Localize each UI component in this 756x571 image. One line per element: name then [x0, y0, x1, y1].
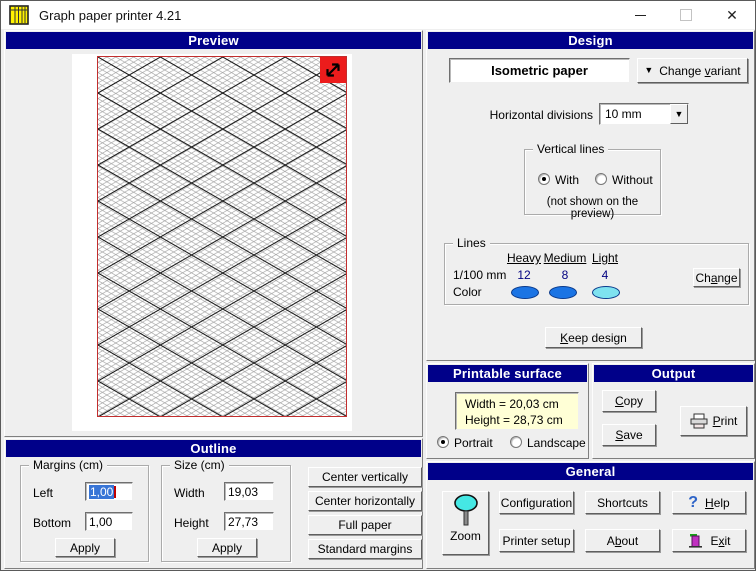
- help-button[interactable]: ? Help: [672, 491, 746, 514]
- vertical-lines-with-radio[interactable]: [538, 173, 550, 185]
- vertical-lines-note: (not shown on the preview): [546, 196, 639, 220]
- chevron-down-icon: ▼: [674, 108, 684, 119]
- maximize-button[interactable]: [663, 1, 709, 29]
- text-caret: [114, 485, 117, 498]
- zoom-button[interactable]: Zoom: [442, 491, 489, 555]
- preview-header: Preview: [6, 32, 421, 49]
- save-button[interactable]: Save: [602, 424, 656, 446]
- light-color-swatch[interactable]: [592, 286, 620, 299]
- general-panel: General Zoom Configuration Shortcuts ? H…: [426, 461, 755, 569]
- lines-color-label: Color: [453, 285, 482, 299]
- paper-preview: [72, 54, 352, 431]
- portrait-label: Portrait: [454, 436, 493, 450]
- printer-icon: [690, 413, 708, 429]
- design-panel: Design Isometric paper ▼ Change variant …: [426, 30, 755, 361]
- shortcuts-button[interactable]: Shortcuts: [585, 491, 660, 514]
- vertical-lines-group: Vertical lines With Without (not shown o…: [524, 142, 661, 220]
- printable-width-text: Width = 20,03 cm: [465, 397, 559, 411]
- print-button[interactable]: Print: [680, 406, 747, 436]
- medium-thickness-value: 8: [561, 268, 569, 282]
- size-legend: Size (cm): [170, 458, 229, 472]
- lines-group: Lines Heavy Medium Light 1/100 mm 12 8 4…: [444, 236, 749, 305]
- horizontal-divisions-label: Horizontal divisions: [489, 108, 593, 122]
- minimize-button[interactable]: [617, 1, 663, 29]
- maximize-icon: [680, 9, 692, 21]
- landscape-label: Landscape: [527, 436, 586, 450]
- standard-margins-button[interactable]: Standard margins: [308, 539, 422, 559]
- printable-area-outline: [97, 56, 347, 417]
- printer-setup-button[interactable]: Printer setup: [499, 529, 574, 552]
- size-apply-button[interactable]: Apply: [197, 538, 257, 557]
- app-icon: [9, 5, 29, 25]
- printable-surface-header: Printable surface: [428, 365, 587, 382]
- printable-dimensions-box: Width = 20,03 cm Height = 28,73 cm: [455, 392, 579, 430]
- output-header: Output: [594, 365, 753, 382]
- width-label: Width: [174, 486, 205, 500]
- lines-col-light: Light: [591, 251, 619, 265]
- close-button[interactable]: ✕: [709, 1, 755, 29]
- outline-header: Outline: [6, 440, 421, 457]
- app-window: Graph paper printer 4.21 ✕ Preview Desig…: [0, 0, 756, 571]
- vertical-lines-without-label: Without: [612, 173, 653, 187]
- height-label: Height: [174, 516, 209, 530]
- printable-height-text: Height = 28,73 cm: [465, 413, 563, 427]
- lines-thickness-label: 1/100 mm: [453, 268, 507, 282]
- printable-surface-panel: Printable surface Width = 20,03 cm Heigh…: [426, 363, 589, 459]
- margins-legend: Margins (cm): [29, 458, 108, 472]
- preview-zoom-button[interactable]: [320, 57, 346, 83]
- vertical-lines-with-label: With: [555, 173, 579, 187]
- margins-apply-button[interactable]: Apply: [55, 538, 115, 557]
- center-horizontally-button[interactable]: Center horizontally: [308, 491, 422, 511]
- left-margin-input[interactable]: 1,00: [85, 482, 133, 501]
- copy-button[interactable]: Copy: [602, 390, 656, 412]
- height-input[interactable]: 27,73: [224, 512, 274, 531]
- size-group: Size (cm) Width 19,03 Height 27,73 Apply: [161, 458, 291, 562]
- vertical-lines-legend: Vertical lines: [533, 142, 609, 156]
- question-mark-icon: ?: [688, 493, 699, 511]
- center-vertically-button[interactable]: Center vertically: [308, 467, 422, 487]
- resize-arrow-icon: [326, 63, 340, 77]
- change-variant-button[interactable]: ▼ Change variant: [637, 58, 748, 83]
- heavy-color-swatch[interactable]: [511, 286, 539, 299]
- title-bar: Graph paper printer 4.21 ✕: [1, 1, 755, 29]
- close-icon: ✕: [726, 7, 738, 23]
- change-lines-button[interactable]: Change: [693, 268, 740, 287]
- design-header: Design: [428, 32, 753, 49]
- landscape-radio[interactable]: [510, 436, 522, 448]
- dropdown-triangle-icon: ▼: [644, 65, 654, 75]
- full-paper-button[interactable]: Full paper: [308, 515, 422, 535]
- lines-col-medium: Medium: [543, 251, 587, 265]
- paper-type-display: Isometric paper: [449, 58, 630, 83]
- lines-legend: Lines: [453, 236, 490, 250]
- output-panel: Output Copy Save Print: [592, 363, 755, 459]
- preview-panel: Preview: [4, 30, 423, 437]
- light-thickness-value: 4: [601, 268, 609, 282]
- horizontal-divisions-select[interactable]: 10 mm ▼: [599, 103, 689, 125]
- keep-design-button[interactable]: Keep design: [545, 327, 642, 348]
- configuration-button[interactable]: Configuration: [499, 491, 574, 514]
- magnifier-icon: [453, 494, 478, 526]
- bottom-margin-input[interactable]: 1,00: [85, 512, 133, 531]
- exit-door-icon: [689, 534, 703, 548]
- margins-group: Margins (cm) Left 1,00 Bottom 1,00 Apply: [20, 458, 149, 562]
- window-title: Graph paper printer 4.21: [39, 7, 182, 23]
- minimize-icon: [634, 14, 646, 16]
- exit-button[interactable]: Exit: [672, 529, 746, 552]
- combo-dropdown-button[interactable]: ▼: [670, 104, 688, 124]
- isometric-grid-pattern: [98, 57, 346, 416]
- vertical-lines-without-radio[interactable]: [595, 173, 607, 185]
- about-button[interactable]: About: [585, 529, 660, 552]
- width-input[interactable]: 19,03: [224, 482, 274, 501]
- medium-color-swatch[interactable]: [549, 286, 577, 299]
- outline-panel: Outline Margins (cm) Left 1,00 Bottom 1,…: [4, 438, 423, 569]
- bottom-margin-label: Bottom: [33, 516, 72, 530]
- portrait-radio[interactable]: [437, 436, 449, 448]
- left-margin-label: Left: [33, 486, 54, 500]
- general-header: General: [428, 463, 753, 480]
